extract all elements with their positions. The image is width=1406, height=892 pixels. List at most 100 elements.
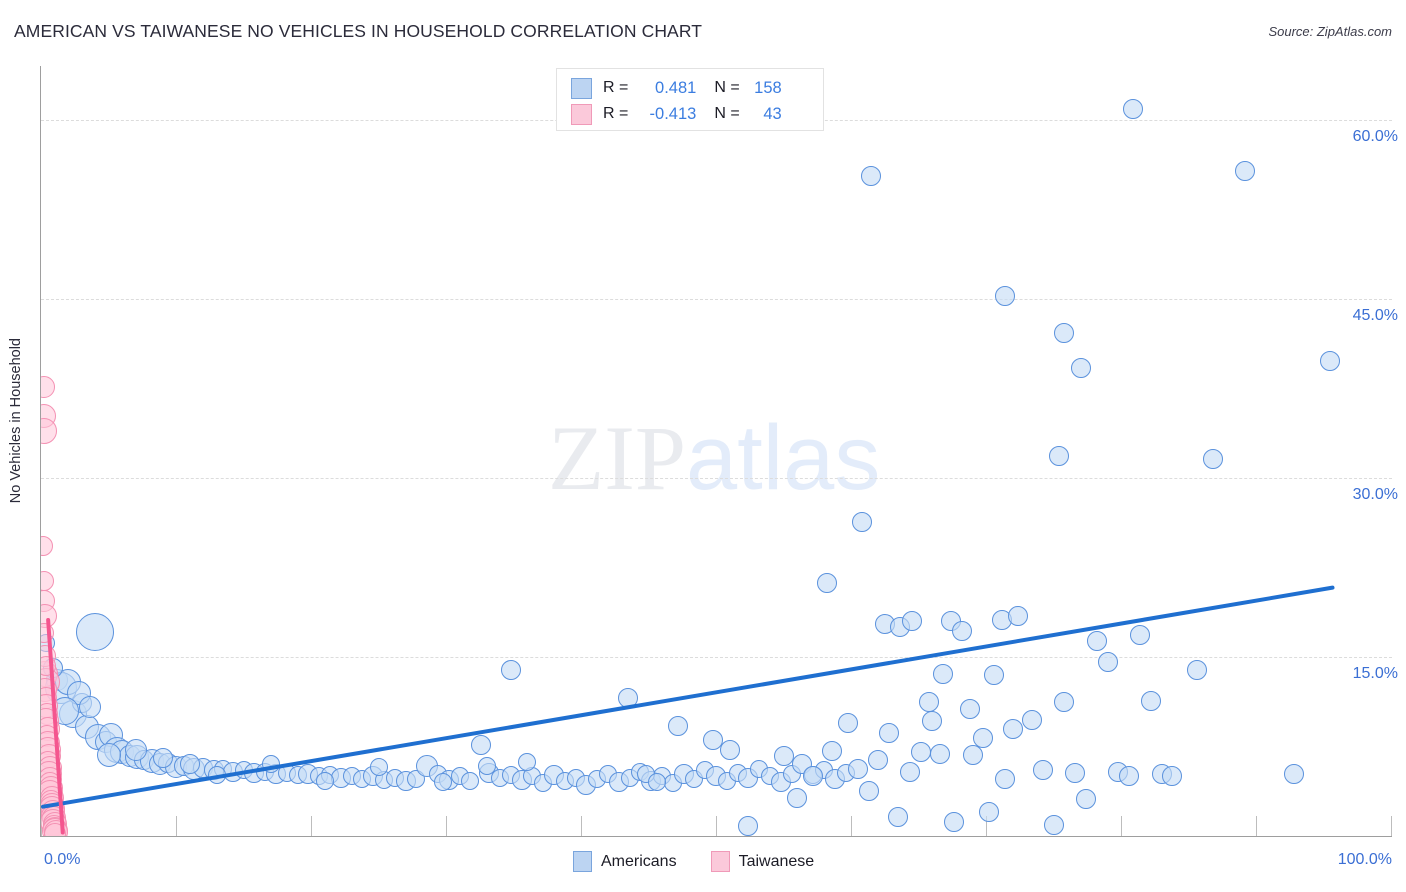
data-point[interactable] [1021,710,1042,731]
data-point[interactable] [1320,350,1341,371]
y-axis-title: No Vehicles in Household [8,338,24,504]
data-point[interactable] [911,742,932,763]
data-point[interactable] [477,756,496,775]
data-point[interactable] [922,711,942,732]
data-point[interactable] [1065,762,1086,783]
data-point[interactable] [369,757,388,776]
data-point[interactable] [647,773,666,792]
data-point[interactable] [973,728,994,749]
data-point[interactable] [179,754,200,775]
data-point[interactable] [315,772,334,791]
correlation-stats-box: R = 0.481 N = 158 R = -0.413 N = 43 [556,68,824,131]
data-point[interactable] [851,512,872,533]
r-label-americans: R = [603,79,629,96]
legend-swatch-americans-icon [571,77,592,99]
data-point[interactable] [1070,358,1091,379]
data-point[interactable] [901,611,922,632]
data-point[interactable] [962,744,983,765]
data-point[interactable] [787,787,807,808]
x-axis-tick [1391,816,1392,836]
n-value-taiwanese: 43 [763,104,782,123]
data-point[interactable] [76,612,114,651]
data-point[interactable] [471,735,492,756]
data-point[interactable] [1202,448,1223,469]
data-point[interactable] [1086,631,1107,652]
data-point[interactable] [1162,766,1183,787]
americans-swatch-icon [573,851,592,872]
data-point[interactable] [461,772,480,791]
data-point[interactable] [1097,651,1118,672]
page-title: AMERICAN VS TAIWANESE NO VEHICLES IN HOU… [14,21,703,41]
data-point[interactable] [900,761,921,782]
data-point[interactable] [1008,606,1029,627]
data-point[interactable] [500,660,521,681]
data-point[interactable] [1054,692,1075,713]
data-point[interactable] [978,802,999,823]
data-point[interactable] [1043,815,1064,836]
n-label-americans: N = [714,79,740,96]
data-point[interactable] [861,165,882,186]
data-point[interactable] [858,780,879,801]
data-point[interactable] [41,570,55,591]
r-value-taiwanese: -0.413 [649,104,697,123]
data-point[interactable] [847,759,868,780]
data-point[interactable] [1140,691,1161,712]
data-point[interactable] [1054,323,1075,344]
data-point[interactable] [1003,718,1023,739]
data-point[interactable] [1235,161,1256,182]
data-point[interactable] [878,723,899,744]
legend-label-taiwanese: Taiwanese [738,852,815,870]
legend-swatch-taiwanese-icon [571,103,592,125]
x-axis-line [40,836,1392,837]
data-point[interactable] [124,739,147,762]
legend-item-americans[interactable]: Americans [573,851,677,872]
data-point[interactable] [738,816,759,836]
chart-root: AMERICAN VS TAIWANESE NO VEHICLES IN HOU… [0,0,1406,892]
r-label-taiwanese: R = [603,105,629,122]
n-label-taiwanese: N = [714,105,740,122]
data-point[interactable] [41,418,57,445]
data-point[interactable] [668,716,689,737]
taiwanese-swatch-icon [710,851,730,872]
data-point[interactable] [719,740,740,761]
data-point[interactable] [838,712,859,733]
data-point[interactable] [919,692,940,713]
data-point[interactable] [959,699,980,720]
data-point[interactable] [1186,660,1207,681]
data-point[interactable] [822,741,843,762]
stats-row-americans: R = 0.481 N = 158 [571,75,782,101]
data-point[interactable] [41,535,54,556]
data-point[interactable] [816,572,837,593]
data-point[interactable] [1129,625,1150,646]
data-point[interactable] [773,746,794,766]
data-point[interactable] [951,620,972,641]
data-point[interactable] [1283,763,1304,784]
data-point[interactable] [152,748,173,769]
data-point[interactable] [1048,446,1069,467]
data-point[interactable] [78,696,101,719]
legend-item-taiwanese[interactable]: Taiwanese [710,851,815,872]
x-axis-max-label: 100.0% [1337,851,1392,868]
data-point[interactable] [1123,98,1144,119]
data-point[interactable] [41,376,55,399]
data-point[interactable] [932,663,953,684]
x-axis-min-label: 0.0% [44,851,81,868]
data-point[interactable] [994,286,1015,307]
data-point[interactable] [1119,766,1140,787]
data-point[interactable] [1075,788,1096,809]
n-value-americans: 158 [754,78,782,97]
data-point[interactable] [1032,760,1053,781]
data-point[interactable] [803,766,824,787]
data-point[interactable] [888,806,909,827]
data-point[interactable] [868,749,888,770]
stats-row-taiwanese: R = -0.413 N = 43 [571,101,782,127]
data-point[interactable] [943,811,964,832]
data-point[interactable] [96,742,121,767]
data-point[interactable] [518,752,536,771]
series-legend: Americans Taiwanese [573,851,848,872]
data-point[interactable] [984,664,1005,685]
data-point[interactable] [930,743,951,764]
r-value-americans: 0.481 [655,78,697,97]
source-attribution: Source: ZipAtlas.com [1268,24,1392,39]
data-point[interactable] [994,768,1015,789]
